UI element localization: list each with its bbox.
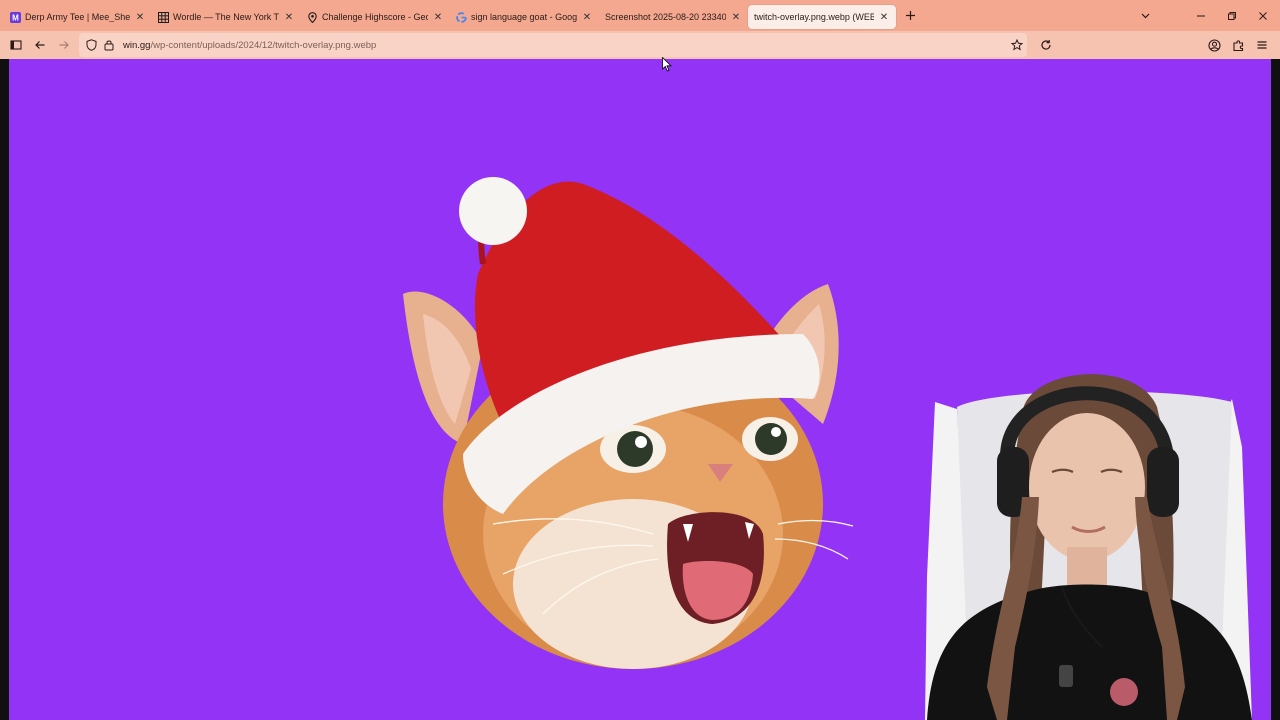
necklace-pendant <box>1059 665 1073 687</box>
puzzle-icon <box>1232 39 1243 51</box>
right-eye-glint <box>771 427 781 437</box>
mee-shell-favicon: M <box>10 11 21 23</box>
forward-button[interactable] <box>52 33 76 57</box>
face <box>1029 413 1145 561</box>
tab-title: sign language goat - Google Search <box>471 12 577 22</box>
toolbar-right <box>1202 33 1274 57</box>
close-icon[interactable]: ✕ <box>432 11 444 23</box>
account-button[interactable] <box>1202 33 1226 57</box>
location-pin-favicon <box>307 11 318 23</box>
tab-title: Wordle — The New York Times <box>173 12 279 22</box>
minimize-button[interactable] <box>1185 0 1216 31</box>
chevron-down-icon <box>1141 13 1150 19</box>
url-path: /wp-content/uploads/2024/12/twitch-overl… <box>150 39 377 51</box>
lock-icon[interactable] <box>101 37 117 53</box>
page-viewport <box>0 59 1280 720</box>
mouse-cursor-icon <box>662 57 672 72</box>
right-pupil <box>755 423 787 455</box>
svg-text:M: M <box>12 13 19 22</box>
bookmark-star-icon[interactable] <box>1009 37 1025 53</box>
tab-twitch-overlay[interactable]: twitch-overlay.png.webp (WEBP Image) ✕ <box>748 5 896 29</box>
account-icon <box>1207 38 1221 52</box>
app-menu-button[interactable] <box>1250 33 1274 57</box>
shield-icon[interactable] <box>83 37 99 53</box>
address-bar[interactable]: win.gg/wp-content/uploads/2024/12/twitch… <box>79 33 1027 57</box>
back-button[interactable] <box>28 33 52 57</box>
restore-icon <box>1227 11 1236 20</box>
left-pupil <box>617 431 653 467</box>
kitten-santa-hat-image <box>403 177 854 669</box>
tab-strip: M Derp Army Tee | Mee_Shell ✕ Wordle — T… <box>0 0 1280 31</box>
plus-icon <box>905 11 915 20</box>
headphone-right-cup <box>1147 447 1179 517</box>
santa-hat-pompom <box>459 177 527 245</box>
navigation-toolbar: win.gg/wp-content/uploads/2024/12/twitch… <box>0 31 1280 59</box>
close-icon[interactable]: ✕ <box>134 11 146 23</box>
list-all-tabs-button[interactable] <box>1130 0 1161 31</box>
url-host: win.gg <box>123 39 151 51</box>
close-window-button[interactable] <box>1247 0 1278 31</box>
close-icon[interactable]: ✕ <box>730 11 742 23</box>
grid-favicon <box>158 11 169 23</box>
new-tab-button[interactable] <box>900 6 920 26</box>
restore-button[interactable] <box>1216 0 1247 31</box>
tab-title: Derp Army Tee | Mee_Shell <box>25 12 130 22</box>
back-arrow-icon <box>35 41 45 49</box>
webp-image-canvas <box>9 59 1271 720</box>
url-text[interactable]: win.gg/wp-content/uploads/2024/12/twitch… <box>123 40 376 51</box>
sidebar-icon <box>10 40 22 50</box>
tab-derp-army-tee[interactable]: M Derp Army Tee | Mee_Shell ✕ <box>4 5 152 29</box>
neck <box>1067 547 1107 587</box>
left-eye-glint <box>635 436 647 448</box>
sidebar-button[interactable] <box>4 33 28 57</box>
forward-arrow-icon <box>59 41 69 49</box>
close-icon[interactable]: ✕ <box>283 11 295 23</box>
streamer-webcam-overlay <box>925 374 1252 720</box>
close-icon <box>1258 11 1267 20</box>
extensions-button[interactable] <box>1226 33 1250 57</box>
tab-title: Screenshot 2025-08-20 233405.png <box>605 12 726 22</box>
hamburger-menu-icon <box>1257 41 1267 49</box>
google-favicon <box>456 11 467 23</box>
reload-button[interactable] <box>1034 33 1058 57</box>
tab-google-search[interactable]: sign language goat - Google Search ✕ <box>450 5 599 29</box>
minimize-icon <box>1196 15 1205 16</box>
close-icon[interactable]: ✕ <box>878 11 890 23</box>
tab-screenshot[interactable]: Screenshot 2025-08-20 233405.png ✕ <box>599 5 748 29</box>
tab-geoguessr[interactable]: Challenge Highscore - GeoGuessr ✕ <box>301 5 450 29</box>
tab-title: Challenge Highscore - GeoGuessr <box>322 12 428 22</box>
close-icon[interactable]: ✕ <box>581 11 593 23</box>
shirt-logo-icon <box>1110 678 1138 706</box>
tab-title: twitch-overlay.png.webp (WEBP Image) <box>754 12 874 22</box>
tab-wordle[interactable]: Wordle — The New York Times ✕ <box>152 5 301 29</box>
reload-icon <box>1041 40 1051 50</box>
